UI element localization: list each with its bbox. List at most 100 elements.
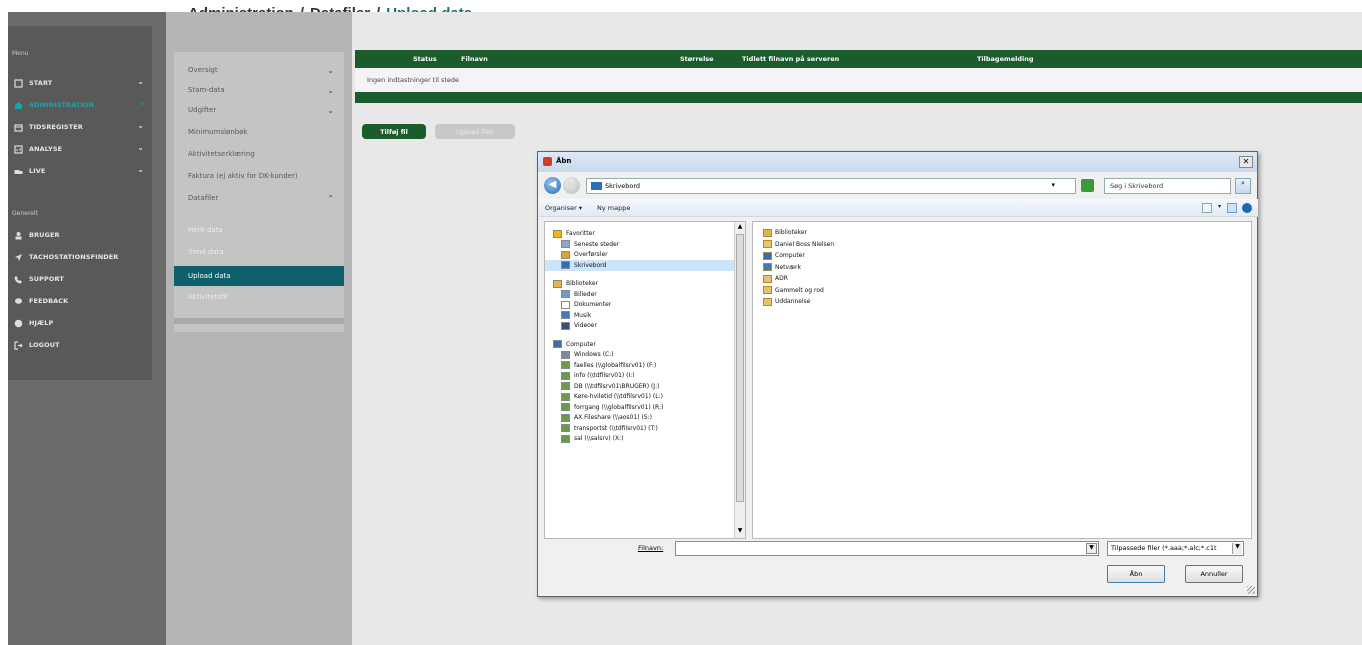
nav-tree-item[interactable]: Computer (545, 339, 735, 350)
nav-tree-item[interactable]: Musik (545, 310, 735, 321)
file-list-item[interactable]: Daniel Boss Nielsen (763, 239, 834, 250)
music-icon (561, 311, 570, 319)
section-label-generelt: Generelt (12, 210, 38, 217)
network-drive-icon (561, 382, 570, 390)
sidebar-item-tidsregister[interactable]: TIDSREGISTER ⌄ (8, 116, 152, 138)
submenu-item-stam-data[interactable]: Stam-data ⌄ (174, 80, 344, 100)
close-button[interactable]: ✕ (1239, 156, 1253, 168)
nav-tree-label: Skrivebord (574, 261, 607, 269)
file-list-item[interactable]: Uddannelse (763, 296, 810, 307)
nav-tree-label: Biblioteker (566, 280, 599, 287)
nav-tree-label: Seneste steder (574, 240, 620, 248)
column-header-tilbagemelding[interactable]: Tilbagemelding (977, 55, 1034, 63)
submenu-item-aktivitetserklaering[interactable]: Aktivitetserklæring (174, 144, 344, 164)
sidebar-item-bruger[interactable]: BRUGER (8, 224, 152, 246)
filename-dropdown[interactable]: ▼ (1086, 543, 1097, 554)
nav-tree-item[interactable]: Billeder (545, 289, 735, 300)
sidebar-item-analyse[interactable]: ANALYSE ⌄ (8, 138, 152, 160)
nav-tree-item[interactable]: forrgang (\\globalfilsrv01) (R:) (545, 402, 735, 413)
nav-tree-item[interactable]: transportst (\\tdfilsrv01) (T:) (545, 423, 735, 434)
network-drive-icon (561, 361, 570, 369)
submenu-item-udgifter[interactable]: Udgifter ⌄ (174, 100, 344, 120)
phone-icon (14, 275, 23, 284)
submenu-item-minimumslonbok[interactable]: Minimumslønbøk (174, 122, 344, 142)
file-list-item[interactable]: ADR (763, 273, 788, 284)
nav-tree-item[interactable]: DB (\\tdfilsrv01\BRUGER) (J:) (545, 381, 735, 392)
sidebar-item-feedback[interactable]: FEEDBACK (8, 290, 152, 312)
network-drive-icon (561, 424, 570, 432)
new-folder-button[interactable]: Ny mappe (597, 204, 630, 212)
sidebar-item-administration[interactable]: ADMINISTRATION › (8, 94, 152, 116)
nav-tree-item[interactable]: info (\\tdfilsrv01) (I:) (545, 370, 735, 381)
scroll-down-icon[interactable]: ▼ (736, 527, 744, 537)
nav-tree-item[interactable]: Videoer (545, 320, 735, 331)
sidebar-item-support[interactable]: SUPPORT (8, 268, 152, 290)
file-list-item[interactable]: Netværk (763, 262, 801, 273)
search-icon[interactable]: ⌕ (1235, 178, 1251, 194)
forward-arrow-icon: ▶ (563, 177, 580, 194)
column-header-filnavn[interactable]: Filnavn (461, 55, 488, 63)
submenu-item-oversigt[interactable]: Oversigt ⌄ (174, 60, 344, 80)
sidebar-menu-panel: Menu START ⌄ ADMINISTRATION › TIDSREGIST… (8, 26, 152, 380)
nav-tree-label: Favoritter (566, 230, 595, 237)
nav-tree-item[interactable]: Dokumenter (545, 299, 735, 310)
submenu-item-label: Datafiler (188, 194, 219, 202)
nav-tree-item[interactable]: Overførsler (545, 249, 735, 260)
nav-tree-item[interactable]: Seneste steder (545, 239, 735, 250)
submenu-item-label: Faktura (ej aktiv for DK-kunder) (188, 172, 298, 180)
upload-table-empty-row: Ingen indtastninger til stede (355, 68, 1362, 92)
submenu-item-upload-data[interactable]: Upload data (174, 266, 344, 286)
sidebar-item-live[interactable]: LIVE ⌄ (8, 160, 152, 182)
file-list-item[interactable]: Computer (763, 250, 805, 261)
scroll-up-icon[interactable]: ▲ (736, 223, 744, 233)
submenu-item-faktura[interactable]: Faktura (ej aktiv for DK-kunder) (174, 166, 344, 186)
organize-menu[interactable]: Organiser ▾ (545, 204, 582, 212)
column-header-status[interactable]: Status (413, 55, 437, 63)
file-type-filter-value: Tilpassede filer (*.aaa;*.alc;*.c1t (1111, 544, 1217, 552)
sidebar-item-tachostationsfinder[interactable]: TACHOSTATIONSFINDER (8, 246, 152, 268)
nav-tree-item[interactable]: Windows (C:) (545, 349, 735, 360)
submenu-item-aktivitetsfil[interactable]: Aktivitetsfil (174, 287, 344, 307)
filename-field[interactable] (675, 541, 1099, 556)
nav-tree-item[interactable]: Biblioteker (545, 278, 735, 289)
address-field[interactable]: Skrivebord ▾ (586, 178, 1076, 194)
sidebar-item-logout[interactable]: LOGOUT (8, 334, 152, 356)
nav-tree-item[interactable]: AX Fileshare (\\aos01) (S:) (545, 412, 735, 423)
nav-tree-item[interactable]: Skrivebord (545, 259, 735, 271)
documents-icon (561, 300, 570, 309)
sidebar-item-start[interactable]: START ⌄ (8, 72, 152, 94)
scrollbar-thumb[interactable] (736, 234, 744, 502)
submenu-item-datafiler[interactable]: Datafiler ⌃ (174, 188, 344, 208)
file-list-item[interactable]: Biblioteker (763, 227, 807, 238)
help-icon[interactable] (1242, 203, 1252, 213)
add-file-button[interactable]: Tilføj fil (362, 124, 426, 139)
column-header-server-filename[interactable]: Tidlett filnavn på serveren (742, 55, 839, 63)
submenu-item-hent-data[interactable]: Hent data (174, 220, 344, 240)
cancel-button[interactable]: Annuller (1185, 565, 1243, 583)
preview-pane-icon[interactable] (1227, 203, 1237, 213)
sidebar-item-hjaelp[interactable]: HJÆLP (8, 312, 152, 334)
back-arrow-icon[interactable]: ◀ (544, 177, 561, 194)
nav-tree-item[interactable]: sal (\\salsrv) (X:) (545, 433, 735, 444)
chevron-down-icon[interactable]: ▾ (1051, 181, 1055, 189)
user-icon (14, 231, 23, 240)
navigation-scrollbar[interactable]: ▲ ▼ (734, 222, 745, 538)
view-options-icon[interactable] (1202, 203, 1212, 213)
sidebar-item-label: ANALYSE (29, 145, 63, 153)
chevron-down-icon: ⌄ (327, 85, 334, 95)
nav-tree-item[interactable]: faelles (\\globalfilsrv01) (F:) (545, 360, 735, 371)
column-header-storrelse[interactable]: Størrelse (680, 55, 714, 63)
main-sidebar: Menu START ⌄ ADMINISTRATION › TIDSREGIST… (8, 12, 166, 645)
file-list-item[interactable]: Gammelt og rod (763, 285, 824, 296)
file-type-filter[interactable]: Tilpassede filer (*.aaa;*.alc;*.c1t ▼ (1107, 541, 1244, 556)
nav-tree-item[interactable]: Køre-hviletid (\\tdfilsrv01) (L:) (545, 391, 735, 402)
desktop-icon (591, 182, 602, 190)
submenu-item-send-data[interactable]: Send data (174, 242, 344, 262)
open-button[interactable]: Åbn (1107, 565, 1165, 583)
nav-tree-item[interactable]: Favoritter (545, 228, 735, 239)
dialog-titlebar[interactable]: Åbn (538, 152, 1257, 172)
resize-grip[interactable] (1247, 586, 1255, 594)
search-input[interactable]: Søg i Skrivebord (1104, 178, 1231, 194)
refresh-icon[interactable] (1081, 179, 1094, 192)
dashboard-icon (14, 78, 23, 88)
